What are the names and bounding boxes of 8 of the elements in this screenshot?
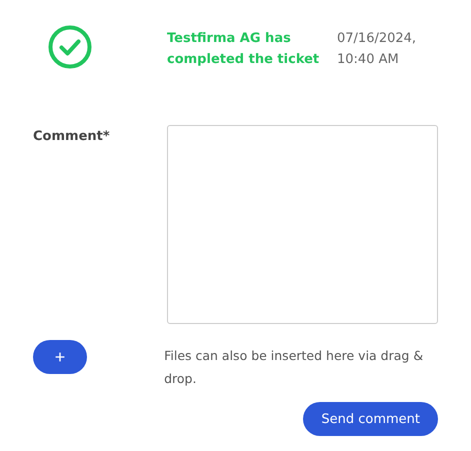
add-file-button[interactable]: +: [33, 340, 87, 374]
comment-label: Comment*: [33, 129, 111, 146]
comment-field[interactable]: [167, 125, 438, 324]
drag-drop-hint: Files can also be inserted here via drag & drop.: [164, 347, 424, 388]
event-date: 07/16/2024,: [337, 30, 416, 48]
event-time: 10:40 AM: [337, 51, 400, 69]
event-message: Testfirma AG has completed the ticket: [167, 30, 320, 69]
send-comment-button[interactable]: Send comment: [303, 402, 438, 436]
